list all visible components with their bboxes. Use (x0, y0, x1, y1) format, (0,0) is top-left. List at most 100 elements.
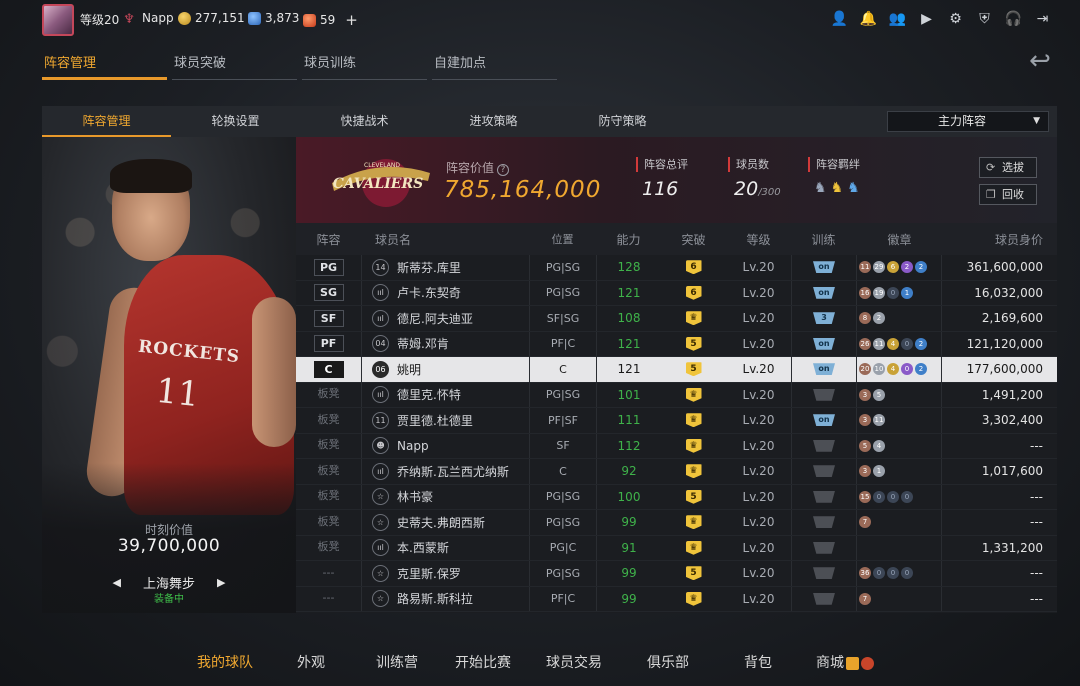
gold-display: 277,151 (178, 11, 245, 25)
player-name-cell: ııl 本.西蒙斯 (361, 535, 529, 560)
lineup-dropdown-value: 主力阵容 (938, 114, 987, 128)
training-cell (791, 561, 856, 586)
player-count: 20/300 (728, 178, 781, 200)
col-value[interactable]: 球员身价 (941, 223, 1057, 255)
table-row[interactable]: 板凳 ☆ 林书豪 PG|SG 100 5 Lv.20 15 0 0 0 --- (296, 484, 1057, 510)
table-row[interactable]: 板凳 ☆ 史蒂夫.弗朗西斯 PG|SG 99 ♛ Lv.20 7 --- (296, 510, 1057, 536)
headset-icon[interactable]: 🎧 (1004, 10, 1023, 27)
position-tag: 板凳 (317, 463, 340, 477)
badge-icon: 10 (873, 363, 885, 376)
col-training[interactable]: 训练 (791, 223, 856, 255)
table-row[interactable]: 板凳 ☻ Napp SF 112 ♛ Lv.20 5 4 --- (296, 433, 1057, 459)
badge-icon: 1 (873, 465, 885, 478)
nav-backpack[interactable]: 背包 (714, 646, 802, 682)
badges-cell: 31 (856, 459, 941, 484)
player-level: Lv.20 (742, 566, 775, 581)
moment-value: 39,700,000 (117, 536, 221, 556)
badge-icon: 0 (901, 490, 913, 503)
training-inactive-icon (813, 465, 835, 478)
tab-lineup-management[interactable]: 阵容管理 (42, 52, 167, 80)
table-row[interactable]: 板凳 ııl 德里克.怀特 PG|SG 101 ♛ Lv.20 3 5 1,491,200 (296, 382, 1057, 408)
add-currency-button[interactable]: + (345, 11, 358, 29)
shield-icon[interactable]: ⛨ (975, 10, 994, 27)
col-position[interactable]: 位置 (529, 223, 596, 255)
nav-appearance[interactable]: 外观 (268, 646, 354, 682)
friends-icon[interactable]: 👥 (888, 10, 907, 27)
col-lineup[interactable]: 阵容 (296, 223, 361, 255)
jersey-number-icon: 11 (372, 411, 389, 429)
breakthrough-cell: ♛ (661, 408, 726, 433)
breakthrough-cell: ♛ (661, 306, 726, 331)
breakthrough-cell: ♛ (661, 587, 726, 612)
exit-icon[interactable]: ⇥ (1033, 10, 1052, 27)
col-name[interactable]: 球员名 (361, 223, 529, 255)
table-row[interactable]: --- ☆ 路易斯.斯科拉 PF|C 99 ♛ Lv.20 7 --- (296, 586, 1057, 612)
breakthrough-cell: 5 (661, 561, 726, 586)
badges-cell: 54 (856, 433, 941, 458)
nav-start-game[interactable]: 开始比赛 (440, 646, 526, 682)
badge-icon: 2 (901, 261, 913, 274)
table-row[interactable]: PF 04 蒂姆.邓肯 PF|C 121 5 Lv.20 on 26 11 4 0 2 121,120,0… (296, 331, 1057, 357)
badges-cell: 11 29 6 2 2 (856, 255, 941, 280)
lineup-dropdown[interactable]: 主力阵容 ▼ (887, 111, 1049, 132)
tab-player-training[interactable]: 球员训练 (302, 52, 427, 80)
col-badges[interactable]: 徽章 (856, 223, 941, 255)
refresh-icon: ⟳ (986, 161, 996, 174)
prev-arrow-icon[interactable]: ◀ (113, 576, 121, 589)
table-row[interactable]: SG ııl 卢卡.东契奇 PG|SG 121 6 Lv.20 on 16 19 0 1 16,032,… (296, 280, 1057, 306)
breakthrough-cell: ♛ (661, 510, 726, 535)
help-icon[interactable]: ? (497, 164, 510, 176)
table-row[interactable]: PG 14 斯蒂芬.库里 PG|SG 128 6 Lv.20 on 11 29 6 2 2 361,600… (296, 255, 1057, 281)
badge-icon: 15 (859, 490, 871, 503)
badge-icon: 0 (887, 567, 899, 580)
table-row[interactable]: C 06 姚明 C 121 5 Lv.20 on 20 10 4 0 2 177,600,000 (296, 357, 1057, 383)
table-row[interactable]: --- ☆ 克里斯.保罗 PG|SG 99 5 Lv.20 36 0 0 0 --- (296, 561, 1057, 587)
col-level[interactable]: 等级 (726, 223, 791, 255)
badges-cell: 16 19 0 1 (856, 280, 941, 305)
nav-training-camp[interactable]: 训练营 (354, 646, 440, 682)
subtab-quick-tactics[interactable]: 快捷战术 (300, 106, 429, 137)
select-button[interactable]: ⟳ 选拔 (979, 157, 1037, 178)
recycle-button[interactable]: ❐ 回收 (979, 184, 1037, 205)
subtab-defense[interactable]: 防守策略 (558, 106, 687, 137)
video-icon[interactable]: ▶ (917, 10, 936, 27)
back-arrow-icon[interactable]: ↩ (1022, 48, 1058, 76)
tab-player-breakthrough[interactable]: 球员突破 (172, 52, 297, 80)
lineup-slot: 板凳 (296, 459, 361, 484)
bond-icons[interactable]: ♞ ♞ ♞ (808, 180, 860, 196)
nav-my-team[interactable]: 我的球队 (182, 646, 268, 682)
player-position: PG|SG (529, 280, 596, 305)
breakthrough-cell: 6 (661, 255, 726, 280)
table-row[interactable]: 板凳 11 贾里德.杜德里 PF|SF 111 ♛ Lv.20 on 3 11 3,302,400 (296, 408, 1057, 434)
nav-shop[interactable]: 商城 (802, 646, 888, 682)
next-arrow-icon[interactable]: ▶ (217, 576, 225, 589)
player-position: PG|SG (529, 510, 596, 535)
player-name-cell: ☆ 路易斯.斯科拉 (361, 586, 529, 611)
table-row[interactable]: 板凳 ııl 乔纳斯.瓦兰西尤纳斯 C 92 ♛ Lv.20 3 1 1,017,600 (296, 459, 1057, 485)
breakthrough-icon: 5 (685, 362, 702, 377)
subtab-lineup[interactable]: 阵容管理 (42, 106, 171, 137)
profile-icon[interactable]: 👤 (830, 10, 849, 27)
position-tag: SF (313, 309, 344, 327)
subtab-rotation[interactable]: 轮换设置 (171, 106, 300, 137)
avatar[interactable] (42, 4, 74, 36)
nav-club[interactable]: 俱乐部 (622, 646, 714, 682)
jersey-number-icon: ☆ (372, 488, 389, 506)
settings-gear-icon[interactable]: ⚙ (946, 10, 965, 27)
player-name: 贾里德.杜德里 (397, 413, 473, 428)
nav-player-trade[interactable]: 球员交易 (526, 646, 622, 682)
col-ability[interactable]: 能力 (596, 223, 661, 255)
tab-custom-attributes[interactable]: 自建加点 (432, 52, 557, 80)
subtab-offense[interactable]: 进攻策略 (429, 106, 558, 137)
badge-icon: 11 (873, 414, 885, 427)
table-row[interactable]: 板凳 ııl 本.西蒙斯 PG|C 91 ♛ Lv.20 1,331,200 (296, 535, 1057, 561)
badge-icon: 11 (873, 337, 885, 350)
notification-bell-icon[interactable]: 🔔 (859, 10, 878, 27)
player-name: 蒂姆.邓肯 (397, 337, 449, 352)
position-tag: PG (313, 258, 344, 276)
training-inactive-icon (813, 388, 835, 401)
player-position: PF|C (529, 586, 596, 611)
col-breakthrough[interactable]: 突破 (661, 223, 726, 255)
player-position: PG|SG (529, 382, 596, 407)
table-row[interactable]: SF ııl 德尼.阿夫迪亚 SF|SG 108 ♛ Lv.20 3 8 2 2,169,600 (296, 306, 1057, 332)
